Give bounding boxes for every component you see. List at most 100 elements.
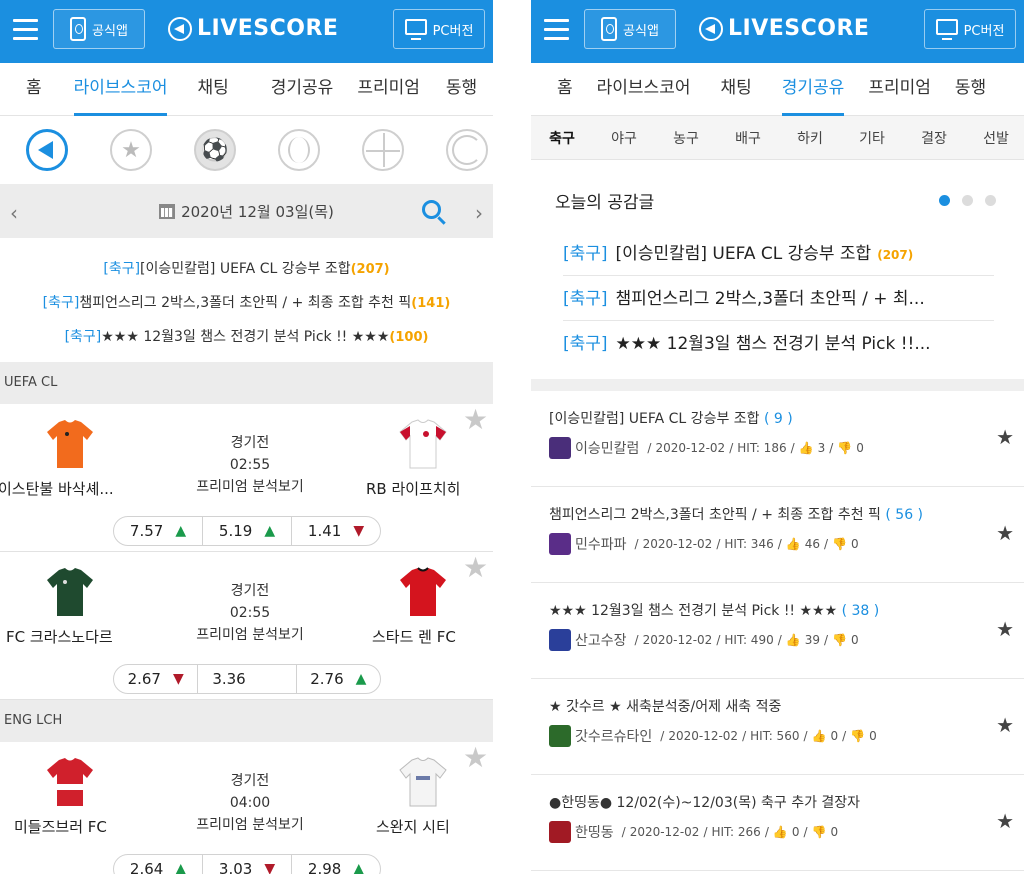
featured-post[interactable]: [축구][이승민칼럼] UEFA CL 강승부 조합(207): [0, 252, 493, 286]
tab-match-share[interactable]: 경기공유: [271, 63, 334, 116]
favorite-star-icon[interactable]: ★: [463, 554, 491, 582]
post-row[interactable]: ●한띵동● 12/02(수)~12/03(목) 축구 추가 결장자 한띵동 /2…: [531, 775, 1024, 871]
basketball-icon[interactable]: [362, 129, 404, 171]
tab-home[interactable]: 홈: [557, 63, 573, 116]
tab-chat[interactable]: 채팅: [197, 63, 228, 116]
odd-value: 2.64: [129, 860, 164, 874]
author-name[interactable]: 갓수르슈타인: [575, 726, 652, 746]
bookmark-star-icon[interactable]: ★: [996, 425, 1014, 449]
official-app-button[interactable]: 공식앱: [53, 9, 145, 49]
subtab-basketball[interactable]: 농구: [655, 128, 717, 148]
odd-home[interactable]: 2.67 ▼: [114, 665, 199, 693]
post-title-text: ●한띵동● 12/02(수)~12/03(목) 축구 추가 결장자: [549, 795, 861, 811]
bookmark-star-icon[interactable]: ★: [996, 521, 1014, 545]
carousel-dots: [939, 195, 996, 206]
tab-premium[interactable]: 프리미엄: [868, 63, 931, 116]
favorite-star-icon[interactable]: ★: [463, 744, 491, 772]
post-row[interactable]: ★★★ 12월3일 챔스 전경기 분석 Pick !! ★★★ ( 38 ) 산…: [531, 583, 1024, 679]
bookmark-star-icon[interactable]: ★: [996, 617, 1014, 641]
volleyball-icon[interactable]: [446, 129, 488, 171]
match-card[interactable]: 이스탄불 바삭셰... 경기전 02:55 프리미엄 분석보기 RB 라이프치히…: [0, 404, 493, 552]
post-row[interactable]: ★ 갓수르 ★ 새축분석중/어제 새축 적중 갓수르슈타인 /2020-12-0…: [531, 679, 1024, 775]
soccer-ball-icon[interactable]: ⚽: [194, 129, 236, 171]
post-title-text: 챔피언스리그 2박스,3폴더 초안픽 / + 최종 조합 추천 픽: [549, 507, 881, 523]
prev-day-chevron-icon[interactable]: ‹: [10, 201, 18, 225]
livescore-logo[interactable]: LIVESCORE: [699, 16, 869, 41]
hamburger-menu-icon[interactable]: [544, 19, 569, 41]
subtab-hockey[interactable]: 하키: [779, 128, 841, 148]
tab-home[interactable]: 홈: [26, 63, 42, 116]
premium-analysis-link[interactable]: 프리미엄 분석보기: [165, 624, 335, 646]
subtab-absence[interactable]: 결장: [903, 128, 965, 148]
tab-companion[interactable]: 동행: [955, 63, 986, 116]
author-name[interactable]: 산고수장: [575, 630, 627, 650]
search-icon[interactable]: [422, 200, 441, 219]
subtab-baseball[interactable]: 야구: [593, 128, 655, 148]
match-card[interactable]: 미들즈브러 FC 경기전 04:00 프리미엄 분석보기 스완지 시티 ★ 2.…: [0, 742, 493, 874]
subtab-lineup[interactable]: 선발: [965, 128, 1024, 148]
odd-draw[interactable]: 3.36: [198, 665, 297, 693]
author-name[interactable]: 한띵동: [575, 822, 614, 842]
premium-analysis-link[interactable]: 프리미엄 분석보기: [165, 814, 335, 836]
logo-arrow-icon: [699, 16, 723, 41]
top-header: 공식앱 LIVESCORE PC버전: [531, 0, 1024, 63]
away-team-name: RB 라이프치히: [366, 480, 461, 498]
pc-version-button[interactable]: PC버전: [393, 9, 485, 49]
odd-home[interactable]: 2.64 ▲: [114, 855, 203, 874]
hot-post-item[interactable]: [축구] ★★★ 12월3일 챔스 전경기 분석 Pick !!...: [563, 322, 994, 366]
tab-livescore[interactable]: 라이브스코어: [73, 63, 167, 116]
official-app-button[interactable]: 공식앱: [584, 9, 676, 49]
post-row[interactable]: [이승민칼럼] UEFA CL 강승부 조합 ( 9 ) 이승민칼럼 /2020…: [531, 391, 1024, 487]
odd-draw[interactable]: 5.19 ▲: [203, 517, 292, 545]
hot-post-item[interactable]: [축구] 챔피언스리그 2박스,3폴더 초안픽 / + 최...: [563, 277, 994, 321]
livescore-icon[interactable]: [26, 129, 68, 171]
arrow-up-icon: ▲: [355, 671, 367, 687]
next-day-chevron-icon[interactable]: ›: [475, 201, 483, 225]
odds-bar: 7.57 ▲ 5.19 ▲ 1.41 ▼: [113, 516, 381, 546]
premium-analysis-link[interactable]: 프리미엄 분석보기: [165, 476, 335, 498]
thumbs-up-icon: 👍: [785, 537, 801, 551]
match-card[interactable]: FC 크라스노다르 경기전 02:55 프리미엄 분석보기 스타드 렌 FC ★…: [0, 552, 493, 700]
odd-draw[interactable]: 3.03 ▼: [203, 855, 292, 874]
subtab-other[interactable]: 기타: [841, 128, 903, 148]
match-status: 경기전: [230, 583, 270, 599]
post-meta: 산고수장 /2020-12-02 /HIT: 490 /👍 39 /👎 0: [549, 629, 859, 651]
pc-version-button[interactable]: PC버전: [924, 9, 1016, 49]
odd-value: 1.41: [307, 522, 342, 540]
post-title: ●한띵동● 12/02(수)~12/03(목) 축구 추가 결장자: [549, 792, 860, 812]
tab-match-share[interactable]: 경기공유: [781, 63, 844, 116]
odd-away[interactable]: 1.41 ▼: [292, 517, 380, 545]
home-jersey-icon: [45, 566, 95, 618]
post-meta: 한띵동 /2020-12-02 /HIT: 266 /👍 0 /👎 0: [549, 821, 838, 843]
tab-premium[interactable]: 프리미엄: [357, 63, 420, 116]
arrow-down-icon: ▼: [172, 671, 184, 687]
tab-chat[interactable]: 채팅: [720, 63, 751, 116]
calendar-icon[interactable]: [159, 203, 176, 219]
favorite-star-icon[interactable]: ★: [463, 406, 491, 434]
thumbs-down-icon: 👎: [832, 633, 847, 647]
subtab-soccer[interactable]: 축구: [531, 128, 593, 148]
favorite-star-icon[interactable]: ★: [110, 129, 152, 171]
carousel-dot[interactable]: [939, 195, 950, 206]
tab-companion[interactable]: 동행: [446, 63, 477, 116]
author-name[interactable]: 이승민칼럼: [575, 438, 639, 458]
odd-away[interactable]: 2.76 ▲: [297, 665, 380, 693]
featured-post[interactable]: [축구]★★★ 12월3일 챔스 전경기 분석 Pick !! ★★★(100): [0, 320, 493, 354]
bookmark-star-icon[interactable]: ★: [996, 809, 1014, 833]
post-row[interactable]: 챔피언스리그 2박스,3폴더 초안픽 / + 최종 조합 추천 픽 ( 56 )…: [531, 487, 1024, 583]
baseball-icon[interactable]: [278, 129, 320, 171]
bookmark-star-icon[interactable]: ★: [996, 713, 1014, 737]
odd-away[interactable]: 2.98 ▲: [292, 855, 380, 874]
match-status: 경기전: [230, 773, 270, 789]
livescore-logo[interactable]: LIVESCORE: [168, 16, 338, 41]
hamburger-menu-icon[interactable]: [13, 19, 38, 41]
subtab-volleyball[interactable]: 배구: [717, 128, 779, 148]
featured-post[interactable]: [축구]챔피언스리그 2박스,3폴더 초안픽 / + 최종 조합 추천 픽(14…: [0, 286, 493, 320]
tab-livescore[interactable]: 라이브스코어: [597, 63, 691, 116]
hot-post-item[interactable]: [축구] [이승민칼럼] UEFA CL 강승부 조합 (207): [563, 232, 994, 276]
author-name[interactable]: 민수파파: [575, 534, 627, 554]
odd-home[interactable]: 7.57 ▲: [114, 517, 203, 545]
carousel-dot[interactable]: [962, 195, 973, 206]
post-title-text: [이승민칼럼] UEFA CL 강승부 조합: [549, 411, 760, 427]
carousel-dot[interactable]: [985, 195, 996, 206]
